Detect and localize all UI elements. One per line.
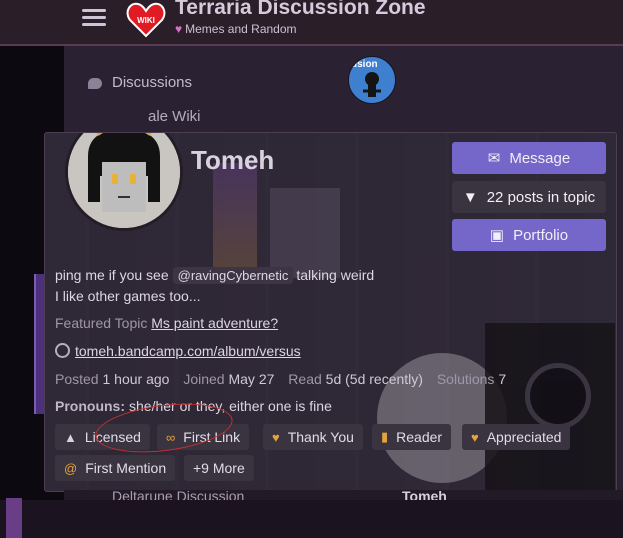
bio-text: talking weird — [296, 267, 375, 283]
filter-icon: ▼ — [462, 188, 478, 206]
topic-author[interactable]: Tomeh — [402, 490, 447, 500]
globe-icon — [55, 343, 70, 358]
pronouns-label: Pronouns: — [55, 398, 125, 414]
user-mention-link[interactable]: @ravingCybernetic — [172, 267, 294, 284]
solutions-value: 7 — [498, 371, 507, 387]
posts-filter-label: 22 posts in topic — [486, 188, 596, 206]
user-name[interactable]: Tomeh — [191, 145, 274, 176]
featured-topic: Featured Topic Ms paint adventure? — [55, 315, 278, 331]
posted-value: 1 hour ago — [102, 371, 170, 387]
joined-label: Joined — [183, 371, 225, 387]
badge-label: First Mention — [85, 460, 167, 476]
heart-icon: ♥ — [175, 22, 183, 36]
category-label: Memes and Random — [185, 22, 297, 36]
bio-text: I like other games too... — [55, 288, 201, 304]
badge-label: Reader — [396, 429, 443, 445]
user-stats: Posted 1 hour ago Joined May 27 Read 5d … — [55, 371, 516, 387]
avatar[interactable]: usion — [348, 56, 396, 104]
joined-value: May 27 — [228, 371, 275, 387]
more-badges-button[interactable]: +9 More — [184, 455, 254, 481]
background-decoration — [6, 498, 22, 538]
user-avatar[interactable] — [65, 133, 183, 231]
certificate-icon: ▲ — [64, 429, 77, 445]
sidebar-item-wiki[interactable]: ale Wiki — [148, 108, 201, 125]
badge-appreciated[interactable]: ♥ Appreciated — [462, 424, 571, 450]
hamburger-menu-icon[interactable] — [82, 6, 106, 28]
heart-icon: ♥ — [471, 429, 479, 445]
posted-label: Posted — [55, 371, 99, 387]
site-subtitle[interactable]: ♥ Memes and Random — [175, 22, 297, 36]
site-title[interactable]: Terraria Discussion Zone — [175, 0, 426, 20]
at-icon: @ — [64, 460, 78, 476]
envelope-icon: ✉ — [487, 150, 501, 167]
images-icon: ▣ — [489, 227, 505, 244]
bio-text: ping me if you see — [55, 267, 169, 283]
badge-label: +9 More — [193, 460, 245, 476]
topic-list-row[interactable]: Deltarune Discussion Tomeh — [64, 490, 623, 500]
message-button[interactable]: ✉ Message — [452, 142, 606, 174]
solutions-label: Solutions — [436, 371, 495, 387]
read-label: Read — [288, 371, 322, 387]
topic-title[interactable]: Deltarune Discussion — [112, 490, 244, 500]
logo-text: WIKI — [137, 16, 155, 25]
badge-thank-you[interactable]: ♥ Thank You — [263, 424, 363, 450]
user-website: tomeh.bandcamp.com/album/versus — [55, 343, 301, 359]
user-card: Tomeh ✉ Message ▼ 22 posts in topic ▣ Portf… — [44, 132, 617, 492]
book-icon: ▮ — [381, 429, 389, 444]
message-button-label: Message — [509, 149, 571, 167]
portfolio-button-label: Portfolio — [513, 226, 569, 244]
badge-label: Appreciated — [486, 429, 562, 445]
sidebar-item-discussions[interactable]: Discussions — [88, 74, 192, 91]
posts-filter-button[interactable]: ▼ 22 posts in topic — [452, 181, 606, 213]
badge-reader[interactable]: ▮ Reader — [372, 424, 452, 450]
portfolio-button[interactable]: ▣ Portfolio — [452, 219, 606, 251]
chat-bubble-icon — [88, 77, 102, 89]
read-value: 5d (5d recently) — [325, 371, 423, 387]
user-bio: ping me if you see @ravingCybernetic talki… — [55, 265, 374, 306]
featured-topic-link[interactable]: Ms paint adventure? — [151, 315, 278, 331]
badge-label: Thank You — [287, 429, 354, 445]
site-header: WIKI Terraria Discussion Zone ♥ Memes and… — [0, 0, 623, 46]
sidebar-item-label: Discussions — [112, 74, 193, 91]
site-logo[interactable]: WIKI — [126, 0, 166, 40]
heart-icon: ♥ — [272, 429, 280, 445]
featured-topic-label: Featured Topic — [55, 315, 148, 331]
speaker-decoration — [485, 323, 615, 491]
website-link[interactable]: tomeh.bandcamp.com/album/versus — [75, 343, 301, 359]
badge-first-mention[interactable]: @ First Mention — [55, 455, 176, 481]
